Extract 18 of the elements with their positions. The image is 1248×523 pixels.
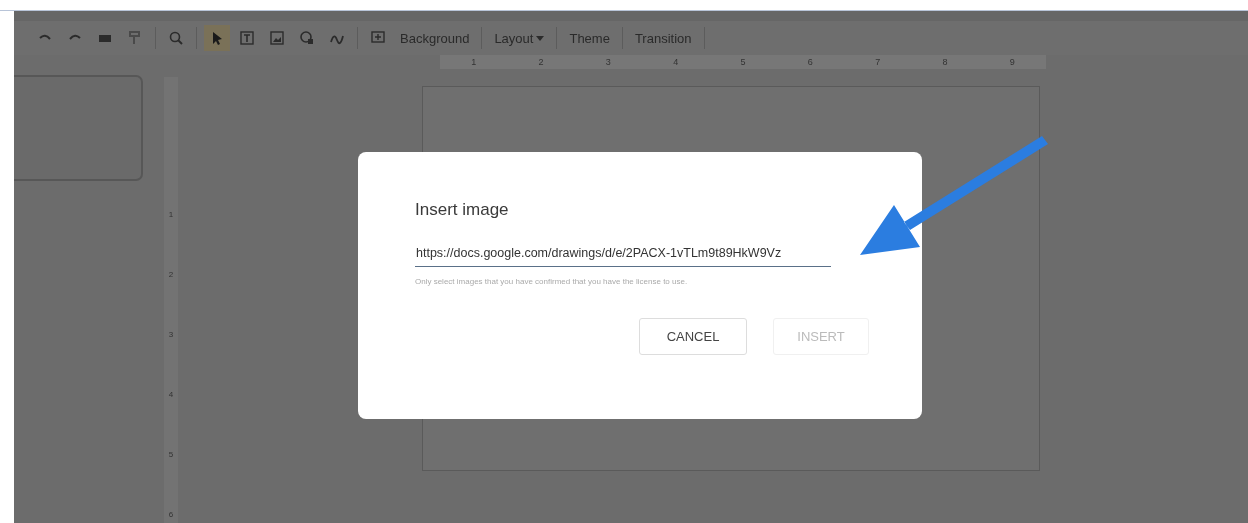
dialog-button[interactable]: CANCEL	[639, 318, 747, 355]
ruler-number: 4	[168, 389, 174, 401]
cursor-icon[interactable]	[204, 25, 230, 52]
ruler-number: 8	[942, 57, 948, 67]
toolbar-button[interactable]: Theme	[564, 26, 615, 50]
toolbar-button[interactable]: Layout	[489, 26, 550, 50]
ruler-number: 1	[471, 57, 477, 67]
dialog-title: Insert image	[415, 200, 510, 220]
caret-icon	[536, 35, 545, 41]
toolbar-button[interactable]: Transition	[629, 26, 697, 50]
ruler-number: 5	[740, 57, 746, 67]
slide-thumbnail[interactable]	[14, 75, 143, 181]
ruler-number: 7	[875, 57, 881, 67]
toolbar-button[interactable]: Background	[395, 26, 475, 50]
hint-text: Only select images that you have confirmed that you have the license to use.	[415, 277, 689, 286]
ruler-number: 4	[673, 57, 679, 67]
ruler-number: 9	[1009, 57, 1015, 67]
ruler-number: 2	[538, 57, 544, 67]
